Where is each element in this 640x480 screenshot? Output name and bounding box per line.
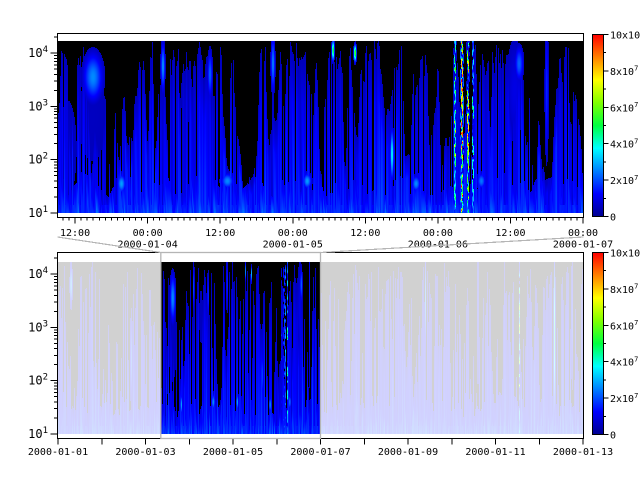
x-tick-date-label: 2000-01-05	[263, 240, 323, 251]
y-tick-label: 104	[28, 266, 48, 281]
colorbar-tick-label: 2x107	[610, 174, 638, 187]
colorbar-tick-label: 0	[610, 213, 616, 224]
colorbar-tick-label: 6x107	[610, 101, 638, 114]
axes-overlay: 10110210310410110210310412:0000:002000-0…	[0, 0, 640, 480]
x-tick-time-label: 00:00	[423, 228, 453, 239]
colorbar-tick-label: 2x107	[610, 392, 638, 405]
zoom-interval-highlight[interactable]	[161, 253, 321, 439]
x-tick-time-label: 00:00	[278, 228, 308, 239]
x-tick-date-label: 2000-01-05	[203, 447, 263, 458]
colorbar-tick-label: 8x107	[610, 65, 638, 78]
x-tick-date-label: 2000-01-03	[115, 447, 175, 458]
x-tick-date-label: 2000-01-04	[118, 240, 178, 251]
x-tick-time-label: 12:00	[495, 228, 525, 239]
y-tick-label: 103	[28, 98, 48, 113]
x-tick-time-label: 12:00	[60, 228, 90, 239]
colorbar-tick-label: 0	[610, 431, 616, 442]
x-tick-time-label: 00:00	[133, 228, 163, 239]
plot-frame	[58, 34, 584, 218]
colorbar	[593, 253, 604, 435]
y-tick-label: 102	[28, 152, 48, 167]
x-tick-date-label: 2000-01-09	[378, 447, 438, 458]
x-tick-date-label: 2000-01-11	[465, 447, 525, 458]
x-tick-date-label: 2000-01-07	[290, 447, 350, 458]
x-tick-time-label: 12:00	[350, 228, 380, 239]
x-tick-date-label: 2000-01-01	[28, 447, 88, 458]
x-tick-date-label: 2000-01-07	[553, 240, 613, 251]
colorbar-tick-label: 4x107	[610, 138, 638, 151]
spectrogram-plot-window: 10110210310410110210310412:0000:002000-0…	[0, 0, 640, 480]
y-tick-label: 101	[28, 426, 48, 441]
colorbar	[593, 35, 604, 217]
colorbar-tick-label: 10x107	[610, 246, 640, 259]
colorbar-tick-label: 8x107	[610, 283, 638, 296]
colorbar-tick-label: 4x107	[610, 356, 638, 369]
y-tick-label: 101	[28, 205, 48, 220]
x-tick-time-label: 12:00	[205, 228, 235, 239]
x-tick-date-label: 2000-01-13	[553, 447, 613, 458]
y-tick-label: 103	[28, 319, 48, 334]
colorbar-tick-label: 6x107	[610, 319, 638, 332]
y-tick-label: 104	[28, 45, 48, 60]
y-tick-label: 102	[28, 373, 48, 388]
colorbar-tick-label: 10x107	[610, 28, 640, 41]
